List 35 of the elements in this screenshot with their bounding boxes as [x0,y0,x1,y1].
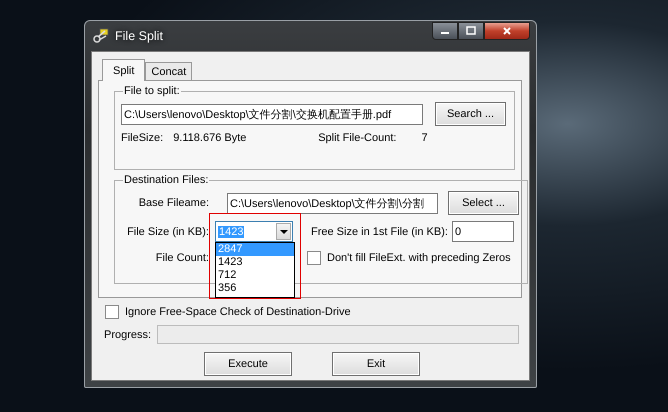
free-size-label: Free Size in 1st File (in KB): [311,226,448,238]
file-size-label: FileSize: [121,132,164,144]
group-title: Destination Files: [123,174,210,186]
minimize-button[interactable] [432,22,458,40]
maximize-icon [466,26,476,36]
dropdown-option[interactable]: 1423 [216,256,294,269]
dropdown-value: 1423 [218,226,244,238]
split-count-label: Split File-Count: [318,132,396,144]
dropdown-option[interactable]: 712 [216,269,294,282]
maximize-button[interactable] [458,22,484,40]
file-count-label: File Count: [154,252,209,264]
close-button[interactable] [484,22,530,40]
select-button[interactable]: Select ... [448,191,519,215]
dialog-button[interactable]: Execute [204,352,292,376]
split-count-value: 7 [421,132,428,144]
search-button[interactable]: Search ... [435,102,506,126]
group-title: File to split: [123,85,181,97]
window-title: File Split [115,29,163,43]
close-icon [502,26,512,36]
checkbox-label: Ignore Free-Space Check of Destination-Drive [125,306,351,318]
dropdown-option[interactable]: 356 [216,282,294,295]
dialog-button[interactable]: Exit [332,352,420,376]
tab[interactable]: Split [102,59,146,81]
progress-label: Progress: [104,328,152,340]
base-filename-label: Base Fileame: [138,197,209,209]
checkbox-label: Don't fill FileExt. with preceding Zeros [327,252,511,264]
caret-icon [276,223,291,240]
free-size-field[interactable]: 0 [452,221,514,242]
checkbox[interactable] [105,305,119,319]
file-path-field[interactable]: C:\Users\lenovo\Desktop\文件分割\交换机配置手册.pdf [121,104,423,124]
file-size-label: File Size (in KB): [126,226,209,238]
base-filename-field[interactable]: C:\Users\lenovo\Desktop\文件分割\分割 [227,192,438,214]
tab[interactable]: Concat [145,62,192,80]
checkbox[interactable] [307,251,321,265]
file-size-value: 9.118.676 Byte [173,132,248,144]
